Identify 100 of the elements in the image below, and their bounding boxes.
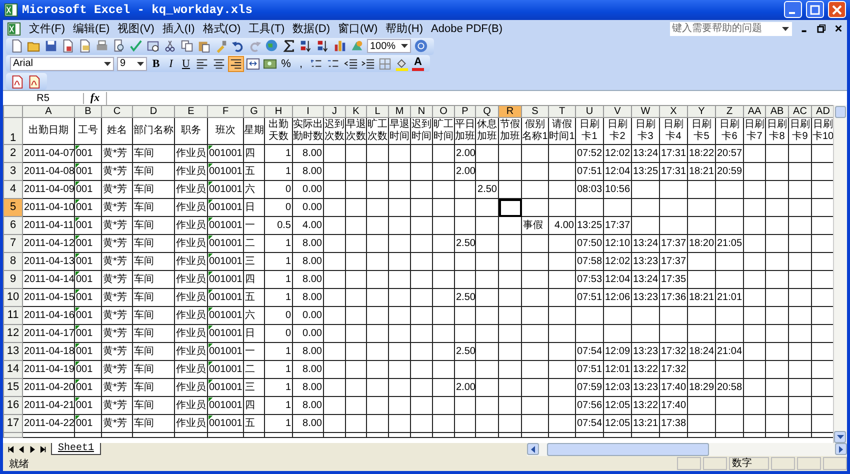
name-box[interactable]: R5 — [3, 92, 84, 104]
row-header[interactable]: 15 — [4, 378, 22, 397]
row-header[interactable]: 13 — [4, 342, 22, 361]
pdf-icon[interactable] — [10, 74, 24, 89]
fill-color-icon[interactable] — [395, 56, 409, 71]
menu-item[interactable]: 工具(T) — [248, 21, 285, 36]
column-header[interactable]: A — [22, 106, 74, 118]
scroll-left-button[interactable] — [527, 443, 539, 456]
menu-item[interactable]: Adobe PDF(B) — [431, 22, 503, 35]
copy-icon[interactable] — [180, 39, 194, 54]
column-header[interactable]: X — [660, 106, 688, 118]
menu-item[interactable]: 数据(D) — [292, 21, 330, 36]
column-header[interactable]: U — [576, 106, 604, 118]
permission-icon[interactable] — [61, 39, 75, 54]
column-header[interactable]: J — [324, 106, 346, 118]
paste-icon[interactable] — [197, 39, 211, 54]
horizontal-scrollbar[interactable] — [527, 442, 847, 456]
column-header[interactable]: I — [292, 106, 324, 118]
menu-item[interactable]: 编辑(E) — [73, 21, 110, 36]
percent-button[interactable]: % — [280, 58, 292, 70]
undo-icon[interactable] — [231, 39, 245, 54]
close-icon[interactable] — [834, 24, 843, 34]
dropdown-arrow-icon[interactable] — [137, 62, 144, 66]
restore-icon[interactable] — [817, 24, 826, 34]
column-header[interactable]: M — [388, 106, 410, 118]
row-header[interactable]: 3 — [4, 162, 22, 181]
align-center-icon[interactable] — [212, 56, 226, 71]
bold-button[interactable]: B — [150, 58, 162, 70]
dropdown-arrow-icon[interactable] — [782, 26, 789, 31]
column-header[interactable]: R — [498, 106, 522, 118]
menu-item[interactable]: 帮助(H) — [386, 21, 423, 36]
column-header[interactable]: C — [102, 106, 132, 118]
column-header[interactable]: H — [264, 106, 292, 118]
column-header[interactable]: AD — [812, 106, 834, 118]
column-header[interactable]: P — [454, 106, 476, 118]
row-header[interactable]: 2 — [4, 144, 22, 163]
menu-item[interactable]: 窗口(W) — [338, 21, 378, 36]
maximize-button[interactable] — [806, 1, 824, 18]
help-search-field[interactable]: 键入需要帮助的问题 — [670, 22, 792, 36]
row-header[interactable]: 1 — [4, 118, 22, 145]
column-header[interactable]: S — [522, 106, 548, 118]
sum-icon[interactable] — [282, 39, 296, 54]
column-header[interactable]: W — [632, 106, 660, 118]
row-header[interactable]: 9 — [4, 270, 22, 289]
workbook-icon[interactable] — [7, 22, 21, 36]
font-size-field[interactable]: 9 — [117, 56, 147, 71]
column-header[interactable]: O — [432, 106, 454, 118]
email-icon[interactable] — [78, 39, 92, 54]
column-header[interactable]: D — [132, 106, 174, 118]
row-header[interactable]: 16 — [4, 396, 22, 415]
scroll-right-button[interactable] — [835, 443, 847, 456]
zoom-field[interactable]: 100% — [367, 39, 411, 54]
column-header[interactable]: T — [548, 106, 576, 118]
row-header[interactable]: 17 — [4, 414, 22, 433]
menu-item[interactable]: 文件(F) — [29, 21, 66, 36]
row-header[interactable]: 7 — [4, 234, 22, 253]
menu-item[interactable]: 视图(V) — [118, 21, 154, 36]
merge-center-icon[interactable] — [246, 56, 260, 71]
pdf-icon[interactable] — [27, 74, 41, 89]
column-header[interactable]: F — [208, 106, 244, 118]
help-icon[interactable] — [414, 39, 428, 54]
column-header[interactable]: AA — [744, 106, 766, 118]
save-icon[interactable] — [44, 39, 58, 54]
italic-button[interactable]: I — [165, 58, 177, 70]
column-header[interactable]: Z — [716, 106, 744, 118]
minimize-button[interactable] — [784, 1, 802, 18]
research-icon[interactable] — [146, 39, 160, 54]
first-sheet-icon[interactable] — [7, 446, 14, 453]
scroll-down-button[interactable] — [834, 430, 846, 443]
currency-icon[interactable] — [263, 56, 277, 71]
row-header[interactable]: 14 — [4, 360, 22, 379]
column-header[interactable]: G — [244, 106, 264, 118]
cut-icon[interactable] — [163, 39, 177, 54]
comma-button[interactable]: , — [295, 58, 307, 70]
align-right-icon[interactable] — [229, 56, 243, 71]
row-header[interactable]: 10 — [4, 288, 22, 307]
row-header[interactable]: 11 — [4, 306, 22, 325]
new-document-icon[interactable] — [10, 39, 24, 54]
insert-function-button[interactable]: fx — [84, 92, 106, 104]
row-header[interactable]: 12 — [4, 324, 22, 343]
underline-button[interactable]: U — [180, 58, 192, 70]
column-header[interactable]: Q — [476, 106, 498, 118]
column-header[interactable]: L — [366, 106, 388, 118]
column-header[interactable]: N — [410, 106, 432, 118]
column-header[interactable]: K — [346, 106, 366, 118]
menu-item[interactable]: 格式(O) — [202, 21, 241, 36]
row-header[interactable]: 6 — [4, 216, 22, 235]
close-button[interactable] — [828, 1, 846, 18]
row-header[interactable]: 5 — [4, 198, 22, 217]
row-header[interactable]: 4 — [4, 180, 22, 199]
column-header[interactable]: AC — [788, 106, 812, 118]
previous-sheet-icon[interactable] — [18, 446, 25, 453]
vertical-scrollbar[interactable] — [833, 105, 847, 443]
column-header[interactable]: E — [174, 106, 208, 118]
sort-descending-icon[interactable] — [316, 39, 330, 54]
next-sheet-icon[interactable] — [29, 446, 36, 453]
sheet-tab[interactable]: Sheet1 — [51, 443, 102, 456]
column-header[interactable]: B — [74, 106, 102, 118]
chart-icon[interactable] — [333, 39, 347, 54]
row-header[interactable]: 8 — [4, 252, 22, 271]
